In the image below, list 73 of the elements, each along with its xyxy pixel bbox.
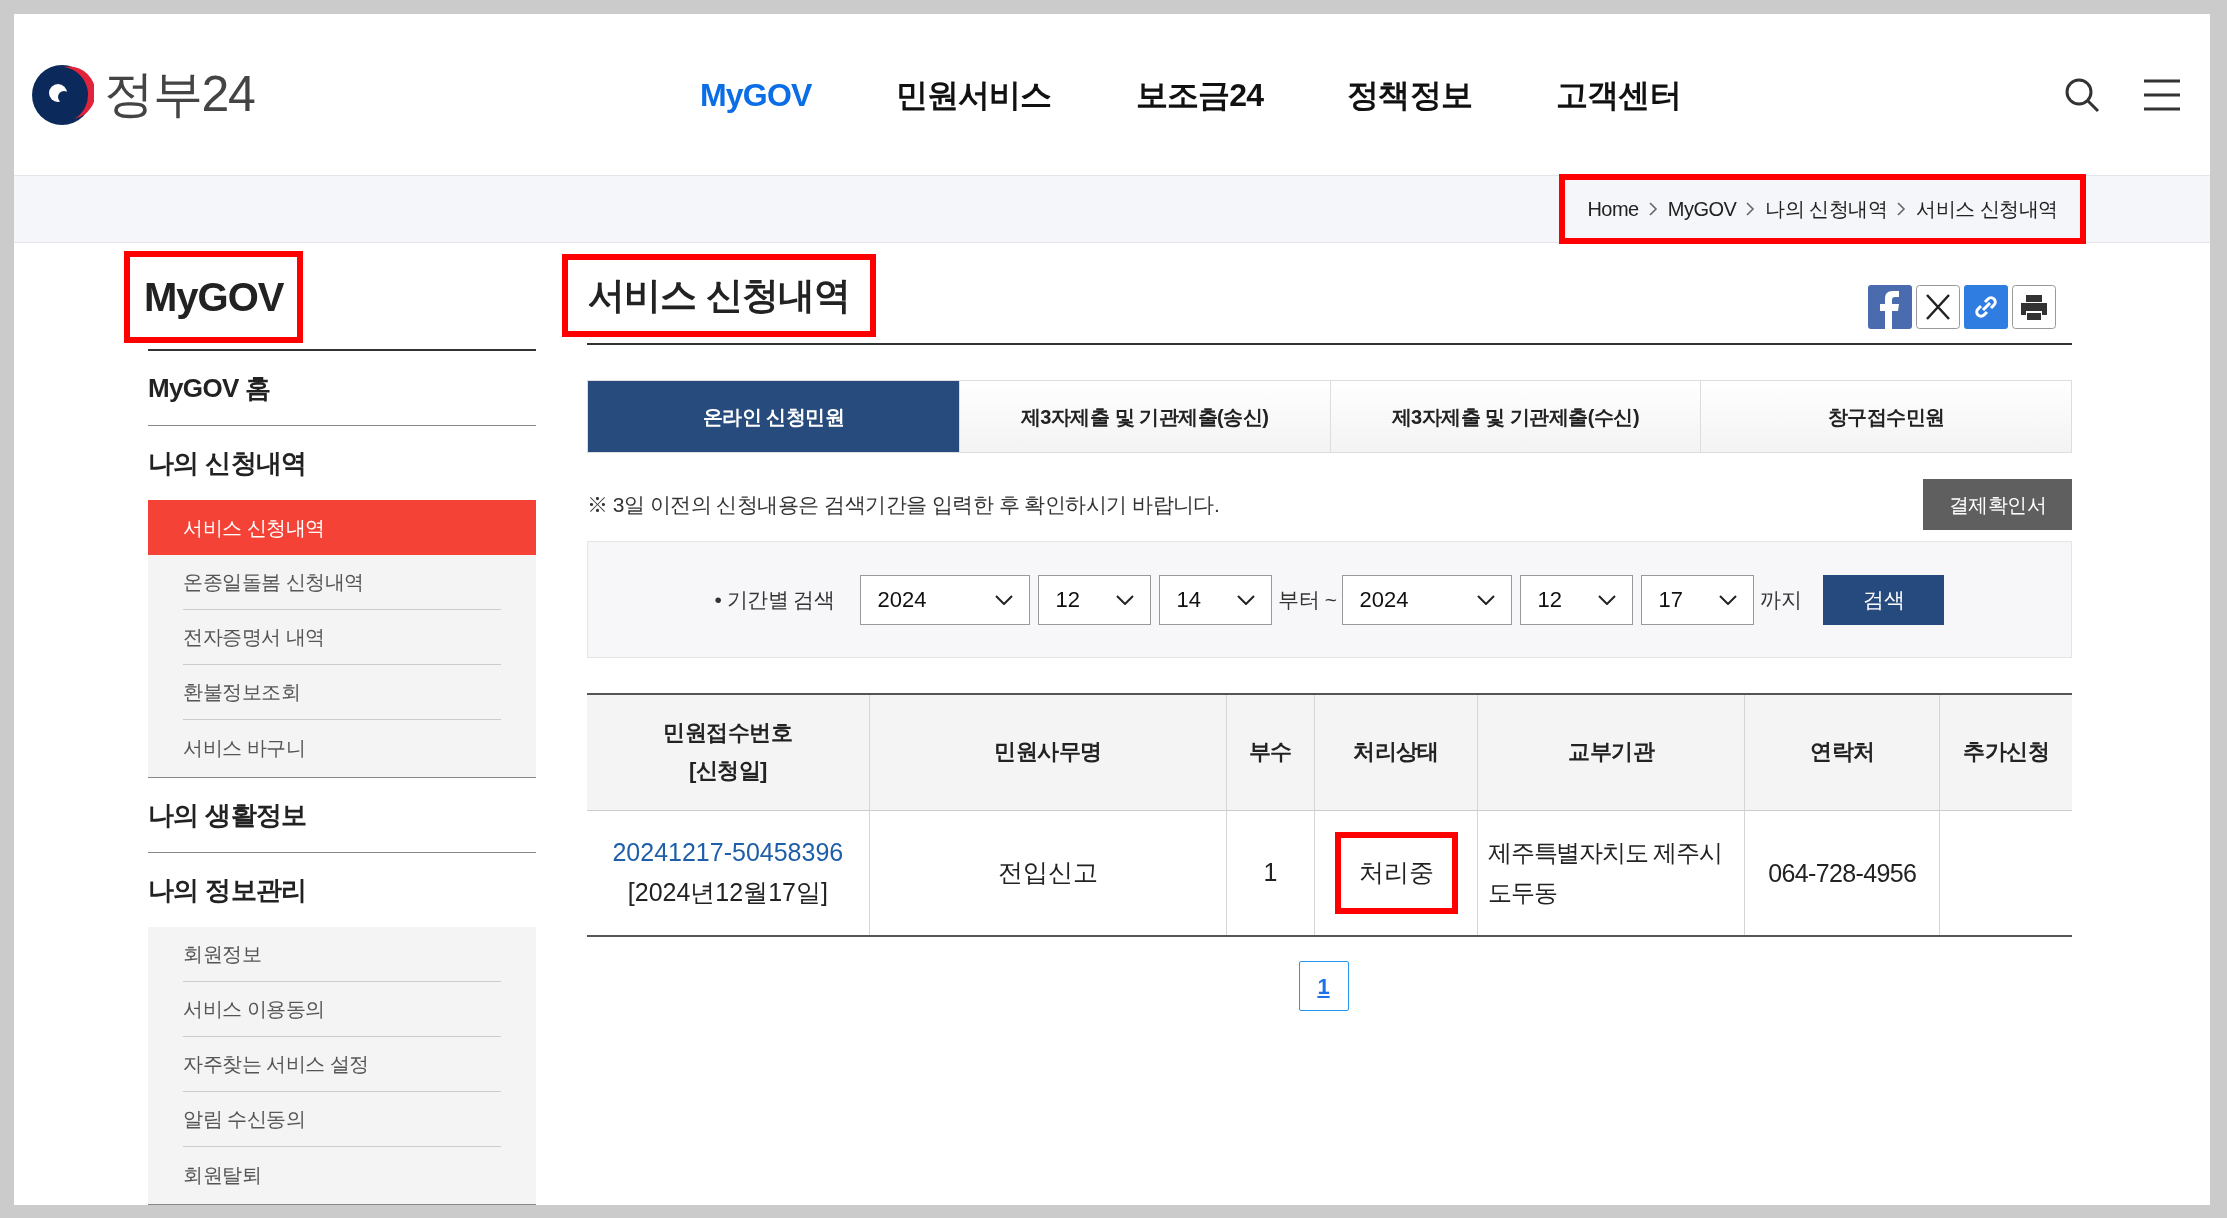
sidebar-item[interactable]: 서비스 신청내역 [148, 500, 536, 555]
sidebar-item[interactable]: 환불정보조회 [183, 665, 501, 720]
column-header: 교부기관 [1477, 694, 1745, 810]
tab[interactable]: 제3자제출 및 기관제출(송신) [958, 381, 1330, 452]
column-header: 연락처 [1744, 694, 1940, 810]
column-header: 민원접수번호 [신청일] [587, 694, 870, 810]
breadcrumb-link[interactable]: Home [1587, 194, 1639, 224]
chevron-icon [1897, 202, 1907, 216]
column-header: 추가신청 [1939, 694, 2072, 810]
sidebar-section[interactable]: 나의 생활정보 [148, 778, 536, 852]
sidebar-item[interactable]: 회원탈퇴 [183, 1147, 501, 1202]
page-button[interactable]: 1 [1298, 961, 1349, 1011]
select-field[interactable]: 12 [1038, 574, 1152, 625]
nav-link[interactable]: 고객센터 [1556, 70, 1681, 119]
chevron-icon [1648, 202, 1658, 216]
x-logo-icon[interactable] [1916, 285, 1960, 329]
column-header: 처리상태 [1314, 694, 1478, 810]
chevron-icon [1746, 202, 1756, 216]
sidebar-section[interactable]: 나의 정보관리 [148, 853, 536, 927]
sidebar-section[interactable]: 나의 신청내역 [148, 426, 536, 500]
chevron-down-icon [1116, 594, 1135, 605]
sidebar-item[interactable]: 회원정보 [183, 927, 501, 982]
field-label: • 기간별 검색 [714, 586, 835, 613]
select-field[interactable]: 14 [1159, 574, 1273, 625]
sidebar-item[interactable]: 전자증명서 내역 [183, 610, 501, 665]
status-text: 처리중 [1334, 832, 1458, 914]
date-text: [2024년12월17일] [626, 876, 829, 908]
select-field[interactable]: 12 [1520, 574, 1634, 625]
page-title: 서비스 신청내역 [562, 253, 876, 337]
receipt-number-link[interactable]: 20241217-50458396 [587, 834, 869, 872]
menu-icon[interactable] [2144, 78, 2180, 111]
sidebar-item[interactable]: 자주찾는 서비스 설정 [183, 1037, 501, 1092]
link-icon[interactable] [1964, 285, 2008, 329]
sidebar-item[interactable]: 서비스 이용동의 [183, 982, 501, 1037]
nav-link[interactable]: 정책정보 [1347, 70, 1473, 119]
breadcrumb-link[interactable]: 서비스 신청내역 [1916, 194, 2058, 224]
nav-link[interactable]: 민원서비스 [895, 70, 1052, 119]
sidebar-section[interactable]: MyGOV 홈 [148, 351, 536, 425]
chevron-down-icon [1719, 594, 1738, 605]
breadcrumb-link[interactable]: 나의 신청내역 [1765, 194, 1888, 224]
logo-icon[interactable] [30, 62, 94, 127]
table-cell: 전입신고 [997, 858, 1098, 886]
column-header: 민원사무명 [869, 694, 1227, 810]
print-icon[interactable] [2012, 285, 2056, 329]
field-label: 부터 ~ [1278, 586, 1337, 613]
sidebar-item[interactable]: 온종일돌봄 신청내역 [183, 555, 501, 610]
tab[interactable]: 온라인 신청민원 [588, 381, 959, 452]
sidebar-item[interactable]: 서비스 바구니 [183, 720, 501, 775]
breadcrumb-link[interactable]: MyGOV [1667, 194, 1737, 224]
chevron-down-icon [995, 594, 1014, 605]
search-icon[interactable] [2064, 76, 2100, 113]
chevron-down-icon [1477, 594, 1496, 605]
logo-text[interactable]: 정부24 [104, 57, 255, 132]
field-label: 까지 [1760, 586, 1802, 613]
sidebar-title: MyGOV [124, 251, 304, 343]
facebook-icon[interactable] [1868, 285, 1912, 329]
select-field[interactable]: 2024 [1342, 574, 1513, 625]
nav-link[interactable]: MyGOV [700, 70, 812, 119]
chevron-down-icon [1237, 594, 1256, 605]
nav-link[interactable]: 보조금24 [1135, 70, 1264, 119]
select-field[interactable]: 2024 [860, 574, 1031, 625]
table-cell-text: 064-728-4956 [1767, 857, 1918, 889]
sidebar-item[interactable]: 알림 수신동의 [183, 1092, 501, 1147]
receipt-button[interactable]: 결제확인서 [1922, 479, 2072, 530]
tab[interactable]: 창구접수민원 [1700, 381, 2071, 452]
column-header: 부수 [1226, 694, 1315, 810]
search-button[interactable]: 검색 [1823, 574, 1945, 625]
select-field[interactable]: 17 [1641, 574, 1755, 625]
chevron-down-icon [1598, 594, 1617, 605]
table-cell: 제주특별자치도 제주시 도두동 [1488, 838, 1722, 906]
tab[interactable]: 제3자제출 및 기관제출(수신) [1329, 381, 1701, 452]
notice-text: ※ 3일 이전의 신청내용은 검색기간을 입력한 후 확인하시기 바랍니다. [587, 491, 1220, 518]
table-cell: 1 [1263, 858, 1278, 886]
